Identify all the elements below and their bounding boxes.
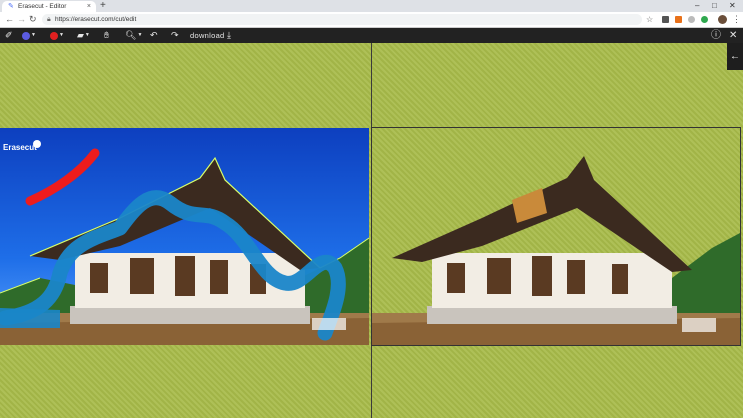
logo-stamp [312,318,346,330]
bookmark-star-icon[interactable]: ☆ [646,12,653,27]
back-button[interactable]: ← [5,12,14,27]
lock-icon: 🔒︎ [47,16,51,23]
eraser-button[interactable]: ▰▼ [77,28,90,43]
undo-icon[interactable]: ↶ [150,28,158,43]
tab-close-icon[interactable]: × [87,2,91,11]
remove-brush-button[interactable]: ▼ [50,28,64,43]
extension-icon[interactable] [688,16,695,23]
browser-nav-bar: ← → ↻ 🔒︎ https://erasecut.com/cut/edit ☆… [0,12,743,28]
browser-tab-strip: ✎ Erasecut - Editor × + – □ ✕ [0,0,743,12]
download-label: download [190,31,225,40]
forward-button[interactable]: → [17,12,26,27]
watermark-text: Erasecut [3,143,37,152]
result-image[interactable] [372,128,740,345]
window-close-button[interactable]: ✕ [729,0,736,12]
new-tab-button[interactable]: + [100,0,106,12]
browser-tab-title: Erasecut - Editor [18,3,67,10]
download-button[interactable]: download ⤓ [190,28,231,43]
eraser-icon: ▰ [77,30,84,40]
erasecut-favicon-icon: ✎ [8,3,14,10]
extension-icon[interactable] [701,16,708,23]
browser-tab[interactable]: ✎ Erasecut - Editor × [2,1,96,12]
window-minimize-button[interactable]: – [695,0,699,12]
browser-menu-icon[interactable]: ⋮ [732,12,741,27]
paint-brush-icon[interactable]: ✐ [5,28,13,43]
side-panel-toggle[interactable]: ← [727,43,743,70]
watermark-cloud-icon [33,140,41,148]
editor-toolbar: ✐ ▼ ▼ ▰▼ ✋︎ 🔍︎▼ ↶ ↷ download ⤓ ⓘ ✕ [0,28,743,43]
remove-brush-icon [50,31,58,40]
reload-button[interactable]: ↻ [29,12,37,27]
zoom-button[interactable]: 🔍︎▼ [125,28,142,43]
window-maximize-button[interactable]: □ [712,0,717,12]
hand-pan-icon[interactable]: ✋︎ [104,28,109,43]
keep-brush-button[interactable]: ▼ [22,28,36,43]
arrow-left-icon: ← [730,51,740,62]
redo-icon[interactable]: ↷ [171,28,179,43]
zoom-icon: 🔍︎ [125,30,137,40]
result-preview-panel[interactable] [371,127,741,346]
extension-icon[interactable] [662,16,669,23]
close-icon[interactable]: ✕ [729,28,737,43]
logo-stamp [682,318,716,332]
help-icon[interactable]: ⓘ [711,28,721,43]
source-image[interactable]: Erasecut [0,128,369,345]
source-image-panel[interactable]: Erasecut [0,128,369,345]
extension-icon[interactable] [675,16,682,23]
profile-avatar[interactable] [718,15,727,24]
download-icon: ⤓ [227,30,232,40]
address-url[interactable]: https://erasecut.com/cut/edit [55,15,136,24]
keep-brush-icon [22,31,30,40]
address-bar[interactable]: 🔒︎ https://erasecut.com/cut/edit [42,14,642,25]
